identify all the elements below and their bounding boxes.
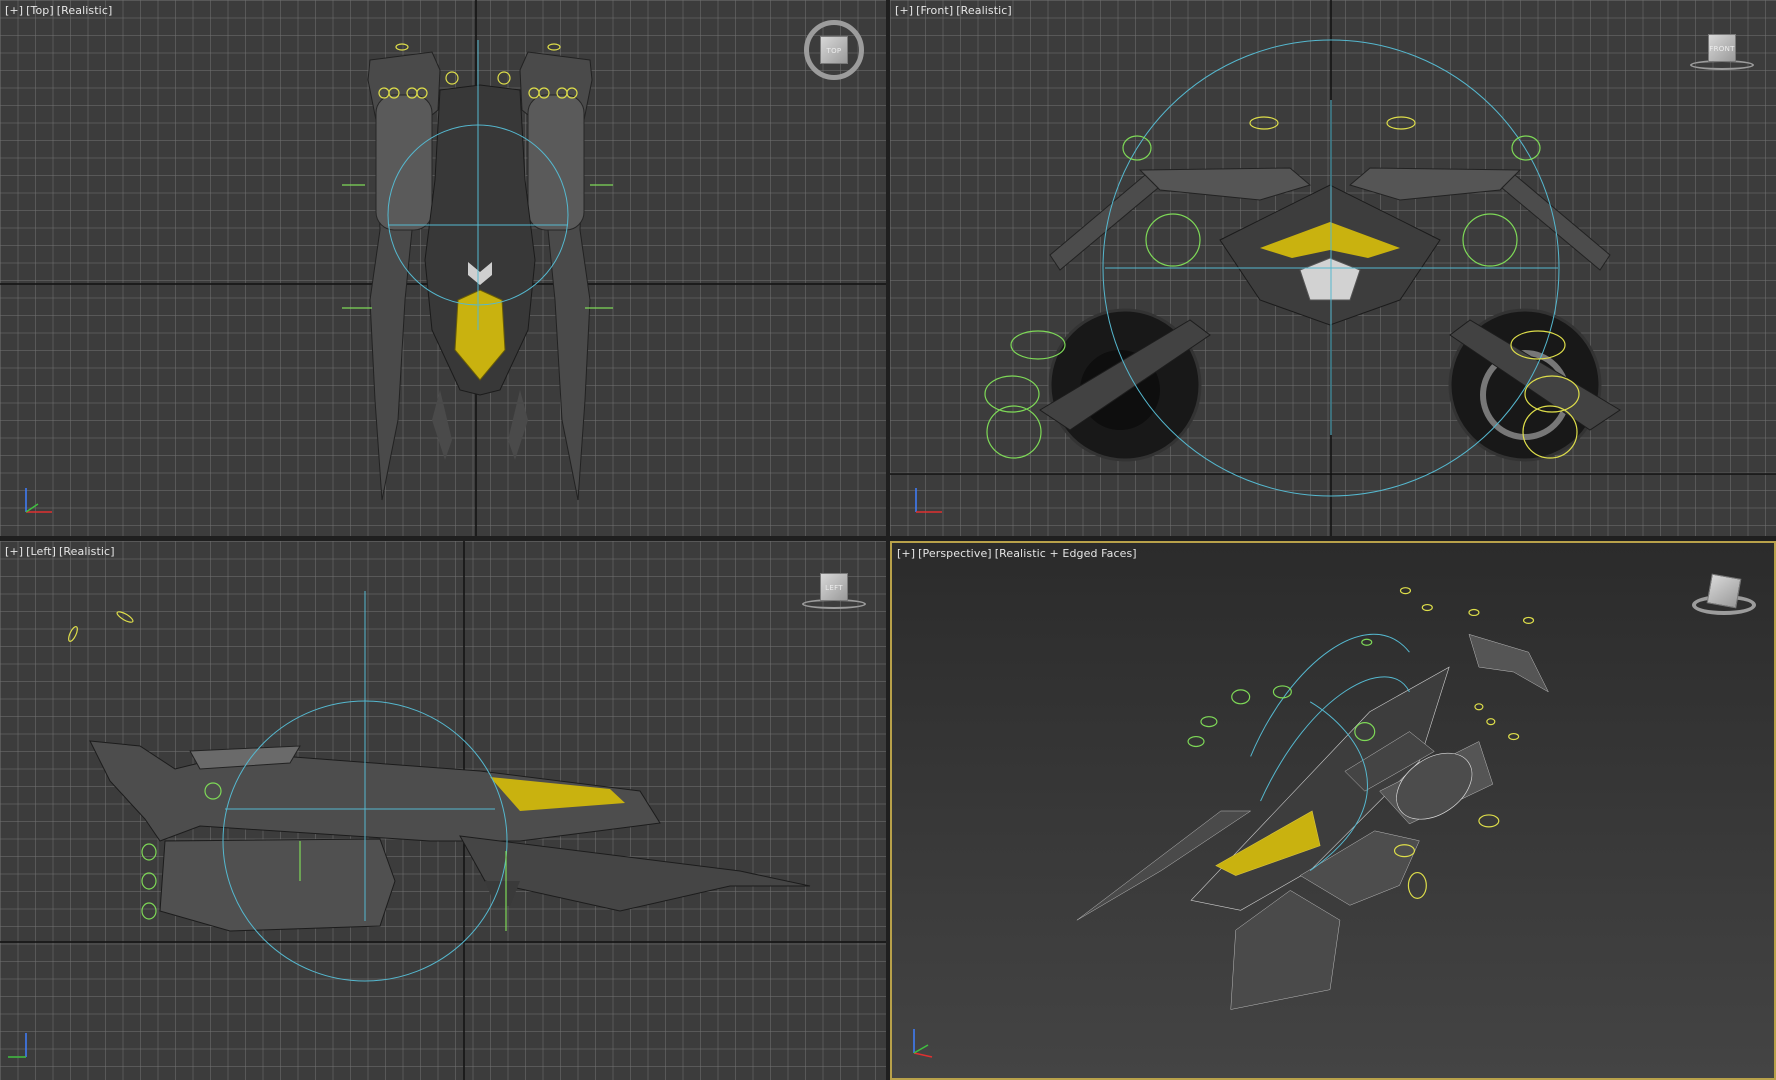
front-view-scene <box>890 0 1776 536</box>
viewport-top[interactable]: [+] [Top] [Realistic] TOP <box>0 0 886 536</box>
axis-tripod-icon <box>915 488 942 513</box>
viewport-perspective[interactable]: [+] [Perspective] [Realistic + Edged Faces… <box>890 541 1776 1080</box>
viewcube-face-label <box>1706 573 1742 609</box>
viewcube-face-label: FRONT <box>1708 34 1736 62</box>
top-view-scene <box>0 0 886 536</box>
viewport-menu-plus[interactable]: [+] <box>895 4 913 17</box>
viewport-left[interactable]: [+] [Left] [Realistic] LEFT <box>0 541 886 1080</box>
viewcube-icon[interactable]: LEFT <box>802 569 866 613</box>
viewcube-icon[interactable]: TOP <box>804 20 864 80</box>
axis-tripod-icon <box>25 488 52 513</box>
viewport-shading-menu[interactable]: [Realistic + Edged Faces] <box>995 547 1137 560</box>
viewport-label-left[interactable]: [+] [Left] [Realistic] <box>5 545 118 558</box>
viewport-shading-menu[interactable]: [Realistic] <box>956 4 1012 17</box>
viewport-point-of-view-menu[interactable]: [Top] <box>26 4 54 17</box>
viewcube-icon[interactable] <box>1692 571 1756 619</box>
ship-top-model <box>367 51 593 501</box>
viewport-label-front[interactable]: [+] [Front] [Realistic] <box>895 4 1015 17</box>
axis-tripod-icon <box>8 1033 27 1058</box>
ship-front-model <box>1039 167 1621 462</box>
viewport-menu-plus[interactable]: [+] <box>5 545 23 558</box>
viewport-layout: [+] [Top] [Realistic] TOP [+] [Front] [R… <box>0 0 1776 1080</box>
viewport-label-top[interactable]: [+] [Top] [Realistic] <box>5 4 115 17</box>
viewcube-face-label: LEFT <box>820 573 848 601</box>
left-view-scene <box>0 541 886 1080</box>
viewport-menu-plus[interactable]: [+] <box>5 4 23 17</box>
viewport-label-perspective[interactable]: [+] [Perspective] [Realistic + Edged Faces… <box>897 547 1140 560</box>
viewport-shading-menu[interactable]: [Realistic] <box>57 4 113 17</box>
ship-perspective-model <box>1076 633 1549 1010</box>
viewport-menu-plus[interactable]: [+] <box>897 547 915 560</box>
viewport-shading-menu[interactable]: [Realistic] <box>59 545 115 558</box>
viewport-point-of-view-menu[interactable]: [Left] <box>26 545 56 558</box>
viewport-point-of-view-menu[interactable]: [Perspective] <box>918 547 992 560</box>
axis-tripod-icon <box>913 1029 933 1058</box>
viewcube-icon[interactable]: FRONT <box>1690 30 1754 74</box>
viewport-front[interactable]: [+] [Front] [Realistic] FRONT <box>890 0 1776 536</box>
perspective-view-scene <box>1076 587 1549 1010</box>
ship-left-model <box>89 740 811 932</box>
viewport-point-of-view-menu[interactable]: [Front] <box>916 4 953 17</box>
viewcube-face-label: TOP <box>820 36 848 64</box>
